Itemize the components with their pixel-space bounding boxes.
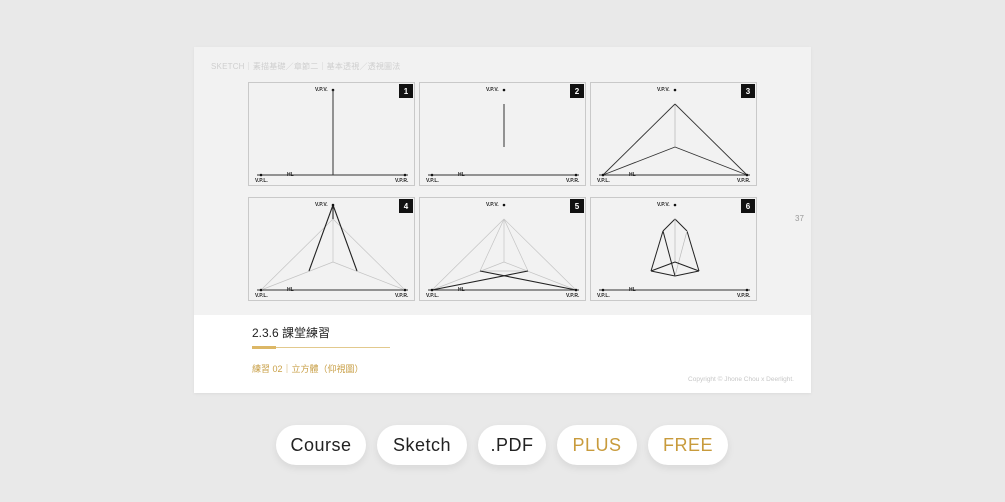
vpl-label: V.P.L. <box>255 293 268 299</box>
vpr-label: V.P.R. <box>737 178 751 184</box>
hl-label: HL <box>287 287 294 293</box>
vpv-label: V.P.V. <box>486 202 499 208</box>
diagram-drawing-2 <box>428 88 579 177</box>
exercise-subtitle: 練習 02｜立方體（仰視圖） <box>252 364 364 374</box>
vpv-label: V.P.V. <box>657 87 670 93</box>
vpv-label: V.P.V. <box>315 87 328 93</box>
diagram-panel-3: V.P.V. HL V.P.L. V.P.R. 3 <box>590 82 757 186</box>
diagram-drawing-3 <box>599 88 750 177</box>
hl-label: HL <box>629 287 636 293</box>
diagram-panel-2: V.P.V. HL V.P.L. V.P.R. 2 <box>419 82 586 186</box>
diagram-panel-1: V.P.V. HL V.P.L. V.P.R. 1 <box>248 82 415 186</box>
vpr-label: V.P.R. <box>566 178 580 184</box>
panel-number-badge: 2 <box>570 84 584 98</box>
panel-number-badge: 3 <box>741 84 755 98</box>
title-underline-accent <box>252 346 276 349</box>
vpr-label: V.P.R. <box>566 293 580 299</box>
diagram-drawing-4 <box>257 203 408 292</box>
diagram-drawing-6 <box>599 203 750 292</box>
pdf-button[interactable]: .PDF <box>478 425 546 465</box>
vpl-label: V.P.L. <box>426 293 439 299</box>
diagram-panel-4: V.P.V. HL V.P.L. V.P.R. 4 <box>248 197 415 301</box>
vpl-label: V.P.L. <box>255 178 268 184</box>
vpr-label: V.P.R. <box>395 178 409 184</box>
section-title: 2.3.6 課堂練習 <box>252 326 331 340</box>
slide-area: SKETCH｜素描基礎／章節二｜基本透視／透視圖法 37 V.P.V. HL V… <box>194 47 811 315</box>
vpr-label: V.P.R. <box>395 293 409 299</box>
vpl-label: V.P.L. <box>597 178 610 184</box>
hl-label: HL <box>629 172 636 178</box>
vpv-label: V.P.V. <box>486 87 499 93</box>
vpv-label: V.P.V. <box>315 202 328 208</box>
plus-button[interactable]: PLUS <box>557 425 637 465</box>
sketch-button[interactable]: Sketch <box>377 425 467 465</box>
page-number: 37 <box>795 214 804 223</box>
panel-number-badge: 6 <box>741 199 755 213</box>
vpl-label: V.P.L. <box>597 293 610 299</box>
vpl-label: V.P.L. <box>426 178 439 184</box>
tag-button-row: Course Sketch .PDF PLUS FREE <box>276 425 728 465</box>
vpv-label: V.P.V. <box>657 202 670 208</box>
diagram-panel-5: V.P.V. HL V.P.L. V.P.R. 5 <box>419 197 586 301</box>
hl-label: HL <box>287 172 294 178</box>
panel-number-badge: 4 <box>399 199 413 213</box>
panel-number-badge: 1 <box>399 84 413 98</box>
diagram-panel-6: V.P.V. HL V.P.L. V.P.R. 6 <box>590 197 757 301</box>
free-button[interactable]: FREE <box>648 425 728 465</box>
vpr-label: V.P.R. <box>737 293 751 299</box>
panel-number-badge: 5 <box>570 199 584 213</box>
hl-label: HL <box>458 287 465 293</box>
course-button[interactable]: Course <box>276 425 366 465</box>
diagram-drawing-1 <box>257 88 408 177</box>
slide-card: SKETCH｜素描基礎／章節二｜基本透視／透視圖法 37 V.P.V. HL V… <box>194 47 811 393</box>
diagram-drawing-5 <box>428 203 579 292</box>
hl-label: HL <box>458 172 465 178</box>
copyright-notice: Copyright © Jhone Chou x Deerlight. <box>688 376 794 383</box>
breadcrumb: SKETCH｜素描基礎／章節二｜基本透視／透視圖法 <box>211 62 401 71</box>
